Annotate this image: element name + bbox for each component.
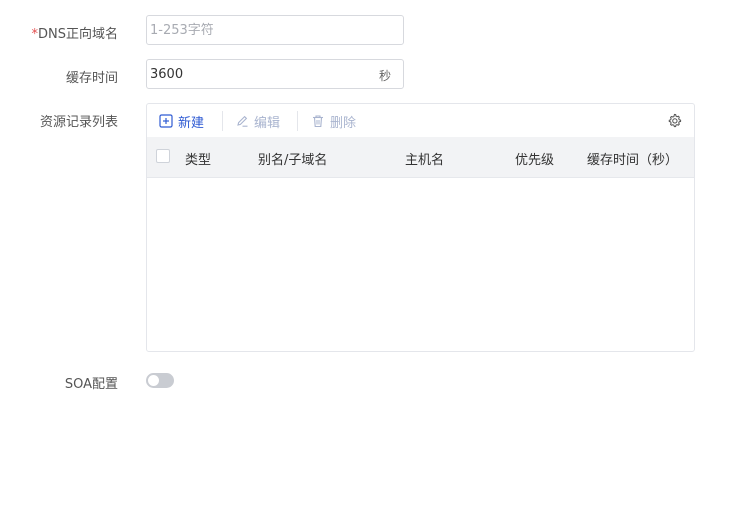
column-header-priority[interactable]: 优先级 [515, 149, 554, 168]
delete-record-button[interactable]: 删除 [311, 112, 357, 131]
toggle-knob [148, 375, 159, 386]
select-all-checkbox[interactable] [156, 149, 170, 163]
new-record-button[interactable]: 新建 [159, 112, 205, 131]
plus-square-icon [159, 114, 173, 128]
records-table-body [147, 178, 694, 351]
column-header-hostname[interactable]: 主机名 [405, 149, 444, 168]
ttl-unit: 秒 [378, 69, 391, 83]
toolbar-divider [222, 111, 223, 131]
soa-label: SOA配置 [64, 377, 118, 392]
toolbar-divider [297, 111, 298, 131]
records-label: 资源记录列表 [39, 115, 118, 130]
dns-name-input[interactable] [150, 16, 370, 44]
delete-record-label: 删除 [330, 115, 357, 131]
pencil-icon [237, 115, 248, 127]
new-record-label: 新建 [178, 115, 205, 131]
ttl-field[interactable]: 秒 [146, 59, 404, 89]
records-table-header: 类型 别名/子域名 主机名 优先级 缓存时间（秒） [147, 137, 694, 178]
records-table: 新建 编辑 删除 类型 别名/子域名 主机名 优先级 缓存时间（秒） [146, 103, 695, 352]
trash-icon [313, 115, 323, 128]
ttl-input[interactable] [150, 60, 370, 88]
dns-name-label-text: DNS正向域名 [38, 27, 118, 42]
ttl-row: 缓存时间 秒 [0, 59, 735, 91]
column-header-alias[interactable]: 别名/子域名 [258, 149, 327, 168]
gear-icon[interactable] [667, 113, 682, 128]
records-toolbar: 新建 编辑 删除 [147, 104, 694, 137]
dns-name-row: *DNS正向域名 [0, 15, 735, 47]
soa-toggle[interactable] [146, 373, 174, 388]
ttl-label: 缓存时间 [65, 71, 118, 86]
dns-name-field[interactable] [146, 15, 404, 45]
edit-record-label: 编辑 [254, 115, 281, 131]
column-header-type[interactable]: 类型 [185, 149, 211, 168]
edit-record-button[interactable]: 编辑 [235, 112, 281, 131]
dns-name-label: *DNS正向域名 [32, 23, 119, 42]
column-header-ttl[interactable]: 缓存时间（秒） [587, 149, 678, 168]
